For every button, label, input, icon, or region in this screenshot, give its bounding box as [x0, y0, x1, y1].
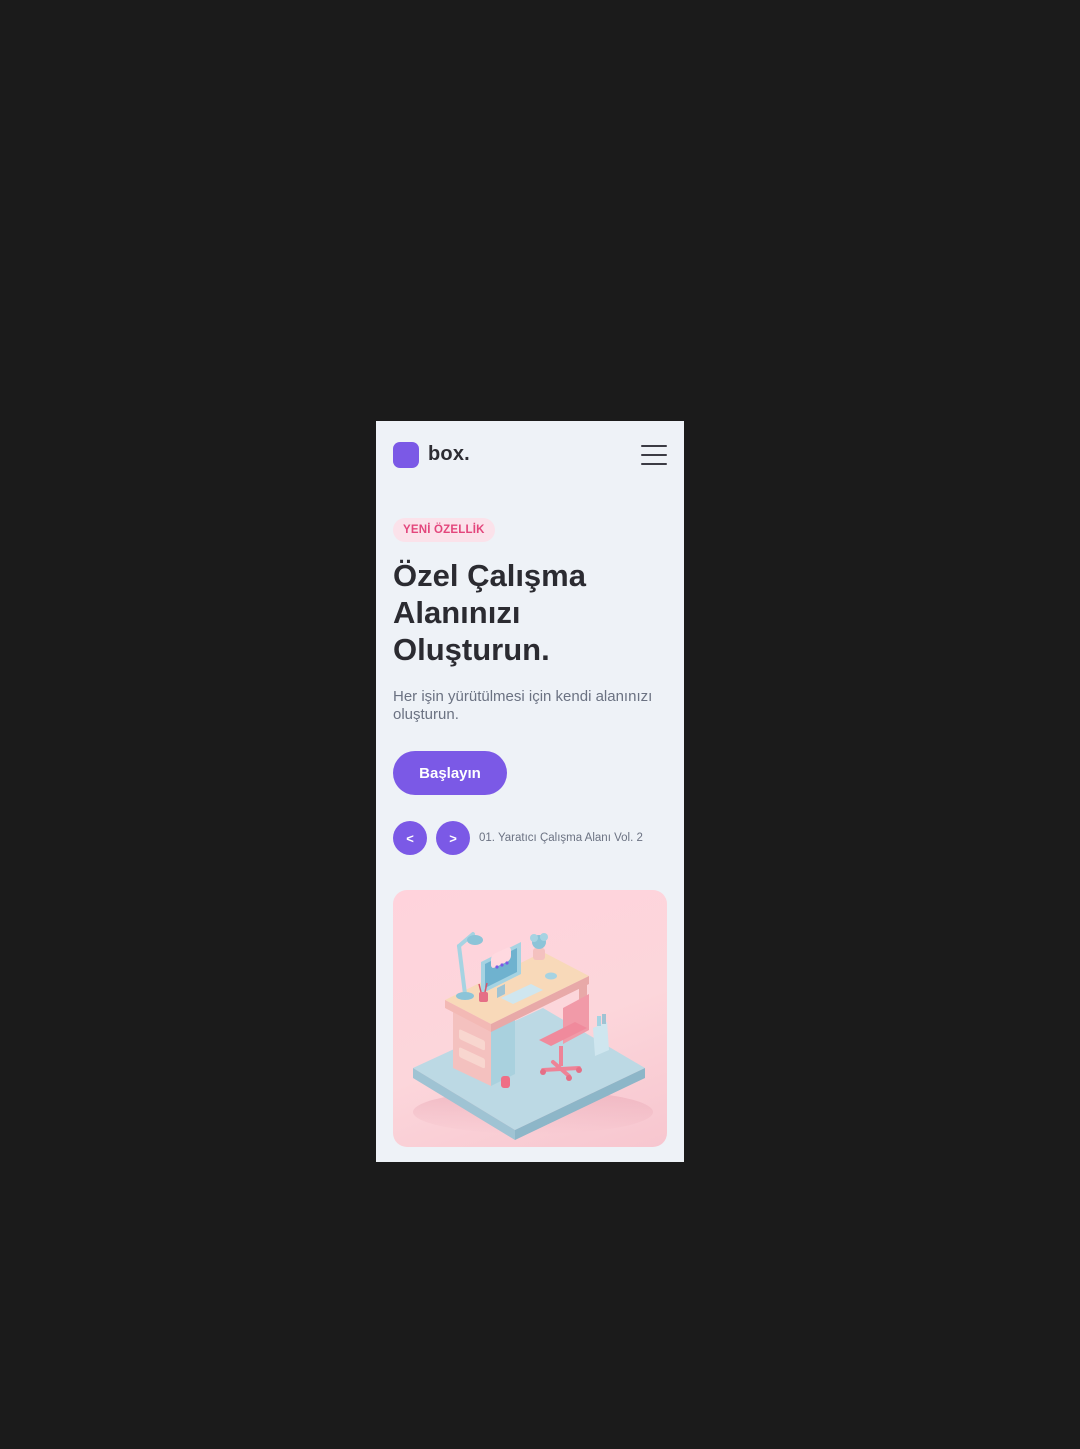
workspace-illustration	[393, 890, 667, 1147]
brand-logo[interactable]: box.	[393, 441, 470, 468]
carousel-next-button[interactable]: >	[436, 821, 470, 855]
carousel-controls: < > 01. Yaratıcı Çalışma Alanı Vol. 2	[393, 821, 643, 855]
brand-name: box.	[428, 443, 470, 465]
carousel-prev-button[interactable]: <	[393, 821, 427, 855]
logo-square-icon	[393, 441, 419, 468]
hamburger-menu-icon[interactable]	[641, 444, 667, 465]
page-subtitle: Her işin yürütülmesi için kendi alanınız…	[393, 688, 653, 723]
new-feature-badge: YENİ ÖZELLİK	[393, 518, 495, 542]
mobile-page: box. YENİ ÖZELLİK Özel Çalışma Alanınızı…	[376, 421, 684, 1162]
carousel-caption: 01. Yaratıcı Çalışma Alanı Vol. 2	[479, 832, 643, 844]
header: box.	[393, 441, 667, 468]
page-title: Özel Çalışma Alanınızı Oluşturun.	[393, 558, 586, 667]
get-started-button[interactable]: Başlayın	[393, 751, 507, 795]
